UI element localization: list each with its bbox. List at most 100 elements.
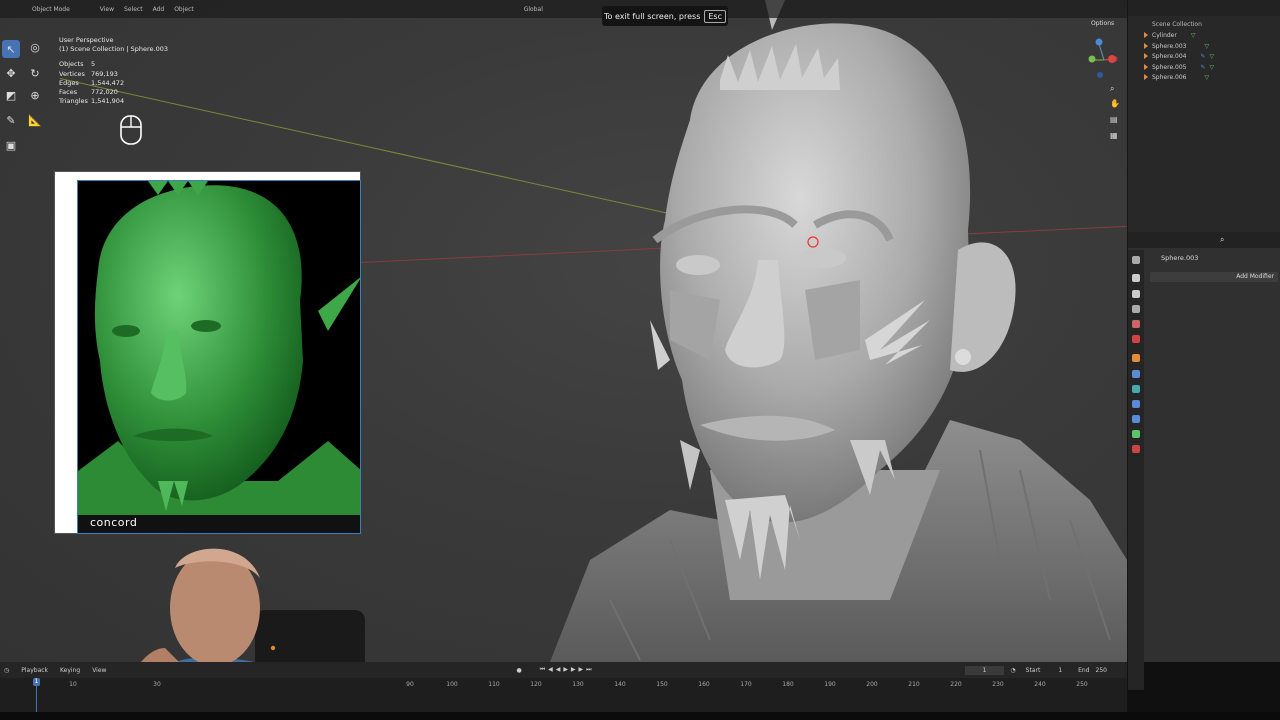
menu-view[interactable]: View — [100, 6, 114, 13]
timeline-tick-label: 10 — [69, 681, 77, 688]
pan-hand-icon[interactable]: ✋ — [1110, 99, 1120, 108]
timeline-tick-label: 120 — [530, 681, 542, 688]
tool-tab-icon[interactable] — [1132, 256, 1140, 264]
mesh-data-icon: ▽ — [1209, 52, 1215, 60]
properties-tabs — [1128, 250, 1144, 690]
stat-row: Faces 772,020 — [59, 88, 118, 97]
status-bar — [0, 712, 1280, 720]
measure-tool-icon[interactable]: 📐 — [26, 111, 44, 129]
particles-tab-icon[interactable] — [1132, 385, 1140, 393]
timeline-tick-label: 110 — [488, 681, 500, 688]
timeline-tick-label: 240 — [1034, 681, 1046, 688]
object-icon — [1144, 74, 1148, 80]
timeline-ruler[interactable]: 10 30 90 100 110 120 130 140 150 160 170 180 190 200 2… — [0, 678, 1127, 712]
data-tab-icon[interactable] — [1132, 430, 1140, 438]
reference-image-panel[interactable] — [54, 171, 361, 534]
perspective-toggle-icon[interactable]: ▦ — [1110, 131, 1118, 140]
outliner-item[interactable]: Sphere.005 ✎ ▽ — [1144, 62, 1214, 72]
timeline-tick-label: 150 — [656, 681, 668, 688]
orientation-dropdown[interactable]: Global — [524, 6, 543, 13]
outliner-item[interactable]: Sphere.004 ✎ ▽ — [1144, 51, 1214, 61]
reference-image — [77, 180, 361, 534]
presenter-webcam — [141, 548, 365, 662]
viewport-stats-overlay: User Perspective (1) Scene Collection | … — [59, 36, 168, 106]
end-label: End — [1078, 666, 1090, 674]
timeline-menu-keying[interactable]: Keying — [60, 667, 80, 674]
modifier-tab-icon[interactable] — [1132, 370, 1140, 378]
modifier-wrench-icon: ✎ — [1200, 52, 1206, 60]
material-tab-icon[interactable] — [1132, 445, 1140, 453]
timeline-tick-label: 140 — [614, 681, 626, 688]
timeline-tick-label: 210 — [908, 681, 920, 688]
3d-viewport[interactable]: Object Mode View Select Add Object Globa… — [0, 0, 1127, 662]
outliner-item[interactable]: Cylinder ▽ — [1144, 30, 1195, 40]
zoom-icon[interactable]: ⌕ — [1110, 84, 1114, 94]
reference-caption: concord — [90, 516, 138, 529]
object-icon — [1144, 64, 1148, 70]
menu-object[interactable]: Object — [174, 6, 194, 13]
timeline-tick-label: 230 — [992, 681, 1004, 688]
navigation-gizmo[interactable] — [1082, 35, 1126, 145]
timeline-tick-label: 90 — [406, 681, 414, 688]
timeline-tick-label: 160 — [698, 681, 710, 688]
outliner-item[interactable]: Sphere.006 ▽ — [1144, 72, 1209, 82]
properties-panel: ⌕ Sphere.003 Add Modifier — [1127, 232, 1280, 690]
physics-tab-icon[interactable] — [1132, 400, 1140, 408]
render-tab-icon[interactable] — [1132, 274, 1140, 282]
properties-header — [1128, 232, 1280, 248]
search-icon[interactable]: ⌕ — [1220, 235, 1224, 245]
camera-view-icon[interactable]: ▤ — [1110, 115, 1118, 124]
stat-row: Objects 5 — [59, 60, 96, 69]
current-frame-field[interactable]: 1 — [964, 665, 1005, 675]
object-icon — [1144, 32, 1148, 38]
playback-controls[interactable]: ⏮◀◀▶▶▶⏭ — [540, 666, 595, 674]
active-object-name: Sphere.003 — [1161, 254, 1199, 262]
menu-select[interactable]: Select — [124, 6, 143, 13]
timeline-tick-label: 30 — [153, 681, 161, 688]
timeline-tick-label: 170 — [740, 681, 752, 688]
scene-tab-icon[interactable] — [1132, 320, 1140, 328]
use-preview-range-icon[interactable]: ◔ — [1010, 667, 1015, 674]
timeline-tick-label: 130 — [572, 681, 584, 688]
output-tab-icon[interactable] — [1132, 290, 1140, 298]
mesh-data-icon: ▽ — [1209, 63, 1215, 71]
timeline-header: ◷ Playback Keying View ● ⏮◀◀▶▶▶⏭ 1 ◔ Sta… — [0, 662, 1127, 678]
viewport-header: Object Mode View Select Add Object Globa… — [0, 0, 1127, 18]
world-tab-icon[interactable] — [1132, 335, 1140, 343]
timeline-tick-label: 200 — [866, 681, 878, 688]
playhead[interactable]: 1 — [33, 678, 40, 686]
menu-add[interactable]: Add — [153, 6, 165, 13]
timeline-tick-label: 180 — [782, 681, 794, 688]
keyframe-record-icon[interactable]: ● — [516, 667, 521, 674]
timeline-tick-label: 220 — [950, 681, 962, 688]
outliner-header — [1128, 0, 1280, 16]
esc-key-badge: Esc — [704, 9, 726, 23]
select-tool-icon[interactable]: ↖ — [2, 40, 20, 58]
options-dropdown[interactable]: Options — [1091, 20, 1114, 27]
add-cube-tool-icon[interactable]: ▣ — [2, 136, 20, 154]
outliner-item[interactable]: Sphere.003 ▽ — [1144, 41, 1209, 51]
object-tab-icon[interactable] — [1132, 354, 1140, 362]
outliner-panel: Scene Collection Cylinder ▽ Sphere.003 ▽… — [1127, 0, 1280, 232]
timeline-menu-view[interactable]: View — [92, 667, 106, 674]
transform-tool-icon[interactable]: ⊕ — [26, 86, 44, 104]
cursor-tool-icon[interactable]: ◎ — [26, 38, 44, 56]
object-mode-dropdown[interactable]: Object Mode — [32, 6, 70, 13]
constraints-tab-icon[interactable] — [1132, 415, 1140, 423]
rotate-tool-icon[interactable]: ↻ — [26, 64, 44, 82]
annotate-tool-icon[interactable]: ✎ — [2, 111, 20, 129]
end-frame-field[interactable]: 250 — [1096, 667, 1107, 674]
mesh-data-icon: ▽ — [1204, 73, 1210, 81]
scale-tool-icon[interactable]: ◩ — [2, 86, 20, 104]
modifier-wrench-icon: ✎ — [1200, 63, 1206, 71]
view-layer-tab-icon[interactable] — [1132, 305, 1140, 313]
move-tool-icon[interactable]: ✥ — [2, 64, 20, 82]
mesh-data-icon: ▽ — [1190, 31, 1196, 39]
stat-row: Triangles 1,541,904 — [59, 97, 125, 106]
sculpted-head-model[interactable] — [550, 0, 1127, 662]
add-modifier-button[interactable]: Add Modifier — [1150, 272, 1278, 282]
start-frame-field[interactable]: 1 — [1058, 667, 1062, 674]
timeline-tick-label: 250 — [1076, 681, 1088, 688]
timeline-menu-playback[interactable]: Playback — [21, 667, 48, 674]
editor-type-icon[interactable]: ◷ — [4, 667, 9, 674]
